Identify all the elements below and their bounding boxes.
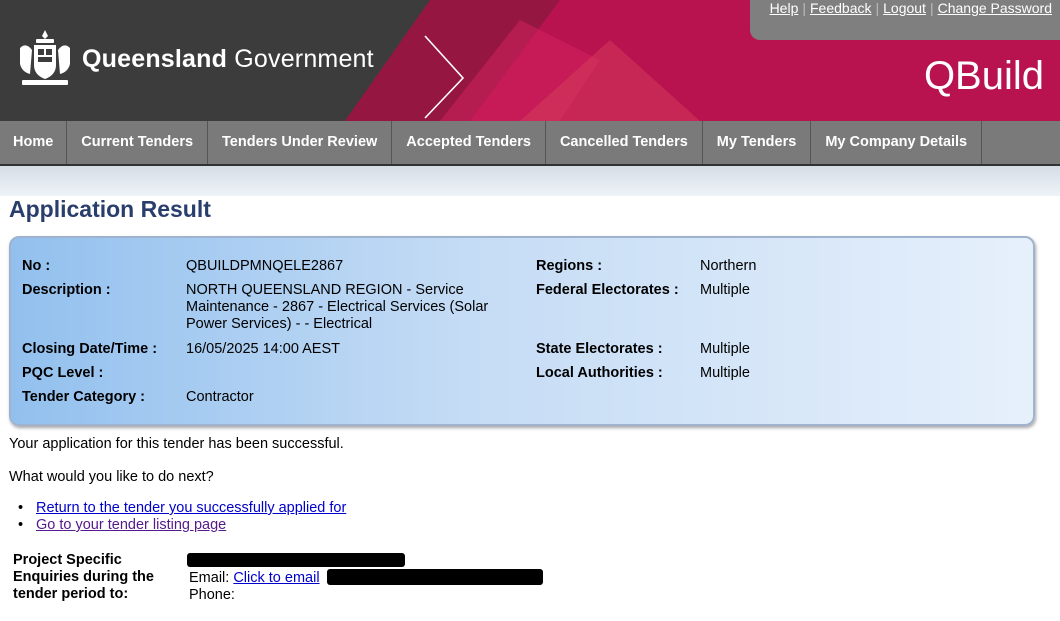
phone-row: Phone:: [189, 587, 235, 603]
pqc-level-label: PQC Level :: [22, 365, 104, 381]
local-authorities-value: Multiple: [700, 365, 750, 381]
bullet-icon: •: [18, 500, 24, 516]
nav-cancelled-tenders[interactable]: Cancelled Tenders: [546, 121, 703, 164]
nav-current-tenders[interactable]: Current Tenders: [67, 121, 209, 164]
next-step-prompt: What would you like to do next?: [9, 469, 214, 485]
page-title: Application Result: [9, 196, 211, 222]
return-to-tender-link[interactable]: Return to the tender you successfully ap…: [36, 500, 346, 516]
list-item: • Go to your tender listing page: [18, 517, 346, 534]
redacted-email-address: [327, 569, 543, 585]
coat-of-arms-icon: [20, 30, 70, 85]
tender-details-panel: No : QBUILDPMNQELE2867 Description : NOR…: [9, 236, 1035, 426]
logout-link[interactable]: Logout: [883, 0, 926, 16]
state-electorates-label: State Electorates :: [536, 341, 663, 357]
next-step-links: • Return to the tender you successfully a…: [18, 500, 346, 534]
federal-electorates-value: Multiple: [700, 282, 750, 298]
feedback-link[interactable]: Feedback: [810, 0, 871, 16]
redacted-contact-name: [187, 553, 405, 567]
site-banner: Queensland Government QBuild Help | Feedba…: [0, 0, 1060, 121]
nav-tenders-under-review[interactable]: Tenders Under Review: [208, 121, 393, 164]
qld-government-logo[interactable]: Queensland Government: [16, 28, 374, 90]
federal-electorates-label: Federal Electorates :: [536, 282, 679, 298]
list-item: • Return to the tender you successfully a…: [18, 500, 346, 517]
nav-home[interactable]: Home: [0, 121, 68, 164]
state-electorates-value: Multiple: [700, 341, 750, 357]
email-row: Email: Click to email: [189, 570, 320, 587]
closing-date-value: 16/05/2025 14:00 AEST: [186, 341, 340, 357]
description-label: Description :: [22, 282, 111, 298]
separator: |: [875, 0, 880, 16]
separator: |: [929, 0, 934, 16]
enquiries-label: Project Specific Enquiries during the te…: [13, 552, 154, 602]
closing-date-label: Closing Date/Time :: [22, 341, 158, 357]
nav-my-company-details[interactable]: My Company Details: [811, 121, 983, 164]
local-authorities-label: Local Authorities :: [536, 365, 663, 381]
nav-my-tenders[interactable]: My Tenders: [703, 121, 812, 164]
regions-label: Regions :: [536, 258, 603, 274]
app-title: QBuild: [923, 54, 1044, 98]
help-link[interactable]: Help: [770, 0, 799, 16]
separator: |: [802, 0, 806, 16]
email-prefix: Email:: [189, 570, 234, 586]
tender-no-value: QBUILDPMNQELE2867: [186, 258, 344, 274]
change-password-link[interactable]: Change Password: [938, 0, 1052, 16]
regions-value: Northern: [700, 258, 757, 274]
tender-listing-link[interactable]: Go to your tender listing page: [36, 517, 226, 533]
brand-name: Queensland Government: [82, 44, 374, 73]
click-to-email-link[interactable]: Click to email: [233, 570, 319, 586]
tender-category-value: Contractor: [186, 389, 254, 405]
bullet-icon: •: [18, 517, 24, 533]
description-value: NORTH QUEENSLAND REGION - Service Mainte…: [186, 282, 489, 332]
nav-accepted-tenders[interactable]: Accepted Tenders: [392, 121, 546, 164]
tender-category-label: Tender Category :: [22, 389, 146, 405]
tender-no-label: No :: [22, 258, 51, 274]
result-message: Your application for this tender has bee…: [9, 436, 344, 452]
main-nav: Home Current Tenders Tenders Under Revie…: [0, 121, 1060, 166]
utility-links: Help | Feedback | Logout | Change Password: [770, 0, 1052, 16]
utility-bar: Help | Feedback | Logout | Change Password: [750, 0, 1060, 40]
sub-nav-strip: [0, 166, 1060, 196]
